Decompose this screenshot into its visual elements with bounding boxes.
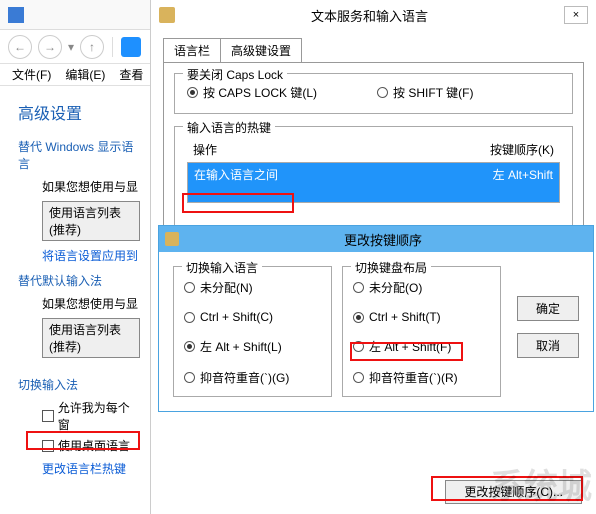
g1-grave-radio[interactable]: 抑音符重音(`)(G) <box>184 369 321 386</box>
radio-icon <box>353 372 364 383</box>
location-icon[interactable] <box>121 37 141 57</box>
ok-button[interactable]: 确定 <box>517 296 579 321</box>
desktop-language-label: 使用桌面语言 <box>58 437 130 454</box>
nav-forward-icon: → <box>38 35 62 59</box>
caps-group-title: 要关闭 Caps Lock <box>183 66 287 83</box>
separator <box>112 37 113 57</box>
radio-icon <box>184 312 195 323</box>
chevron-down-icon[interactable]: ▾ <box>68 40 74 54</box>
use-language-list-button-2[interactable]: 使用语言列表(推荐) <box>42 318 140 358</box>
apply-language-link[interactable]: 将语言设置应用到 <box>42 247 140 264</box>
section-switch-ime: 切换输入法 <box>18 376 140 393</box>
change-hotkey-link[interactable]: 更改语言栏热键 <box>42 460 140 477</box>
switch-layout-title: 切换键盘布局 <box>351 259 431 276</box>
g1-unassigned-label: 未分配(N) <box>200 279 253 296</box>
use-language-list-button[interactable]: 使用语言列表(推荐) <box>42 201 140 241</box>
section-display-sub: 如果您想使用与显 <box>42 178 140 195</box>
shift-radio[interactable]: 按 SHIFT 键(F) <box>377 84 473 101</box>
row-op: 在输入语言之间 <box>194 166 493 183</box>
menu-view[interactable]: 查看 <box>119 66 143 83</box>
change-key-sequence-button[interactable]: 更改按键顺序(C)... <box>445 480 582 504</box>
g2-left-alt-shift-radio[interactable]: 左 Alt + Shift(F) <box>353 338 490 355</box>
g1-left-alt-shift-label: 左 Alt + Shift(L) <box>200 338 282 355</box>
g2-ctrl-shift-radio[interactable]: Ctrl + Shift(T) <box>353 310 490 324</box>
radio-icon <box>187 87 198 98</box>
g2-left-alt-shift-label: 左 Alt + Shift(F) <box>369 338 451 355</box>
dialog-icon <box>159 7 175 23</box>
per-window-checkbox[interactable] <box>42 410 54 422</box>
tab-advanced-keys[interactable]: 高级键设置 <box>220 38 302 63</box>
g2-unassigned-radio[interactable]: 未分配(O) <box>353 279 490 296</box>
dialog2-title: 更改按键顺序 <box>179 230 587 249</box>
hotkey-row-selected[interactable]: 在输入语言之间 左 Alt+Shift <box>188 163 559 186</box>
cancel-button[interactable]: 取消 <box>517 333 579 358</box>
app-icon <box>8 7 24 23</box>
section-default-ime: 替代默认输入法 <box>18 272 140 289</box>
hotkey-group-title: 输入语言的热键 <box>183 119 275 136</box>
per-window-label: 允许我为每个窗 <box>58 399 140 433</box>
menu-file[interactable]: 文件(F) <box>12 66 51 83</box>
g1-unassigned-radio[interactable]: 未分配(N) <box>184 279 321 296</box>
radio-icon <box>184 341 195 352</box>
g2-grave-radio[interactable]: 抑音符重音(`)(R) <box>353 369 490 386</box>
col-operation: 操作 <box>193 141 490 158</box>
dialog2-icon <box>165 232 179 246</box>
nav-back-icon[interactable]: ← <box>8 35 32 59</box>
page-heading: 高级设置 <box>18 100 140 124</box>
g1-ctrl-shift-label: Ctrl + Shift(C) <box>200 310 273 324</box>
tab-language-bar[interactable]: 语言栏 <box>163 38 221 63</box>
dialog-title: 文本服务和输入语言 <box>175 6 564 25</box>
radio-icon <box>353 341 364 352</box>
caps-lock-radio[interactable]: 按 CAPS LOCK 键(L) <box>187 84 317 101</box>
row-key: 左 Alt+Shift <box>493 166 553 183</box>
nav-up-icon[interactable]: ↑ <box>80 35 104 59</box>
section-display-language: 替代 Windows 显示语言 <box>18 138 140 172</box>
switch-input-title: 切换输入语言 <box>182 259 262 276</box>
caps-lock-label: 按 CAPS LOCK 键(L) <box>203 84 317 101</box>
radio-icon <box>353 282 364 293</box>
change-key-sequence-dialog: 更改按键顺序 切换输入语言 未分配(N) Ctrl + Shift(C) 左 A… <box>158 225 594 412</box>
section-default-sub: 如果您想使用与显 <box>42 295 140 312</box>
radio-icon <box>353 312 364 323</box>
col-key-sequence: 按键顺序(K) <box>490 141 554 158</box>
g1-left-alt-shift-radio[interactable]: 左 Alt + Shift(L) <box>184 338 321 355</box>
g2-ctrl-shift-label: Ctrl + Shift(T) <box>369 310 441 324</box>
radio-icon <box>184 282 195 293</box>
g2-grave-label: 抑音符重音(`)(R) <box>369 369 458 386</box>
menu-edit[interactable]: 编辑(E) <box>65 66 105 83</box>
radio-icon <box>377 87 388 98</box>
g1-ctrl-shift-radio[interactable]: Ctrl + Shift(C) <box>184 310 321 324</box>
desktop-language-checkbox[interactable] <box>42 440 54 452</box>
g1-grave-label: 抑音符重音(`)(G) <box>200 369 289 386</box>
g2-unassigned-label: 未分配(O) <box>369 279 422 296</box>
shift-label: 按 SHIFT 键(F) <box>393 84 473 101</box>
radio-icon <box>184 372 195 383</box>
dialog-close-button[interactable]: × <box>564 6 588 24</box>
